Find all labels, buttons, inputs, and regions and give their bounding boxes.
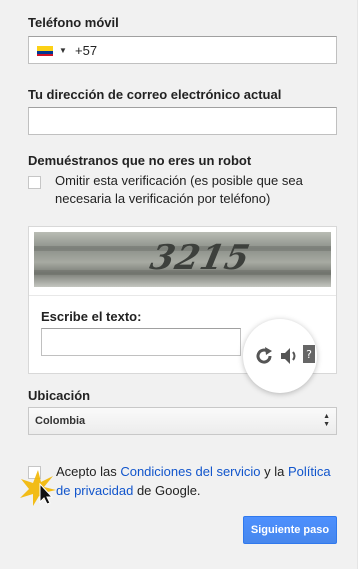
terms-suffix: de Google. [133,483,201,498]
right-border [357,0,364,569]
svg-text:?: ? [306,348,312,361]
privacy-link-part-1[interactable]: Política [288,464,331,479]
refresh-icon[interactable] [253,345,275,367]
help-icon[interactable]: ? [303,345,315,363]
phone-label: Teléfono móvil [28,15,119,30]
email-field[interactable] [28,107,337,135]
captcha-input[interactable] [41,328,241,356]
next-step-button[interactable]: Siguiente paso [243,516,337,544]
captcha-panel: 3215 Escribe el texto: ? [28,226,337,393]
captcha-word: 3215 [146,238,254,278]
chevron-down-icon[interactable]: ▼ [59,46,67,55]
terms-middle: y la [260,464,288,479]
skip-verification-text: Omitir esta verificación (es posible que… [55,172,303,208]
privacy-link-part-2[interactable]: de privacidad [56,483,133,498]
location-label: Ubicación [28,388,91,403]
speaker-icon[interactable] [279,345,301,367]
terms-prefix: Acepto las [56,464,121,479]
cursor-highlight-icon [20,470,56,506]
skip-verification-line-2: necesaria la verificación por teléfono) [55,191,271,206]
terms-text: Acepto las Condiciones del servicio y la… [56,462,346,500]
skip-verification-checkbox[interactable] [28,176,41,189]
captcha-controls: ? [243,319,317,393]
email-label: Tu dirección de correo electrónico actua… [28,87,282,102]
location-select[interactable]: Colombia ▲ ▼ [28,407,337,435]
colombia-flag-icon[interactable] [37,46,53,56]
select-arrows-icon: ▲ ▼ [323,413,330,428]
location-selected[interactable]: Colombia [35,415,85,427]
captcha-divider [29,295,336,296]
terms-of-service-link[interactable]: Condiciones del servicio [120,464,260,479]
captcha-image: 3215 [34,232,331,287]
signup-form: Teléfono móvil ▼ +57 Tu dirección de cor… [0,0,364,569]
phone-value[interactable]: +57 [75,43,97,58]
skip-verification-line-1: Omitir esta verificación (es posible que… [55,173,303,188]
captcha-input-label: Escribe el texto: [41,309,142,324]
robot-heading: Demuéstranos que no eres un robot [28,153,252,168]
phone-field[interactable]: ▼ +57 [28,36,337,64]
